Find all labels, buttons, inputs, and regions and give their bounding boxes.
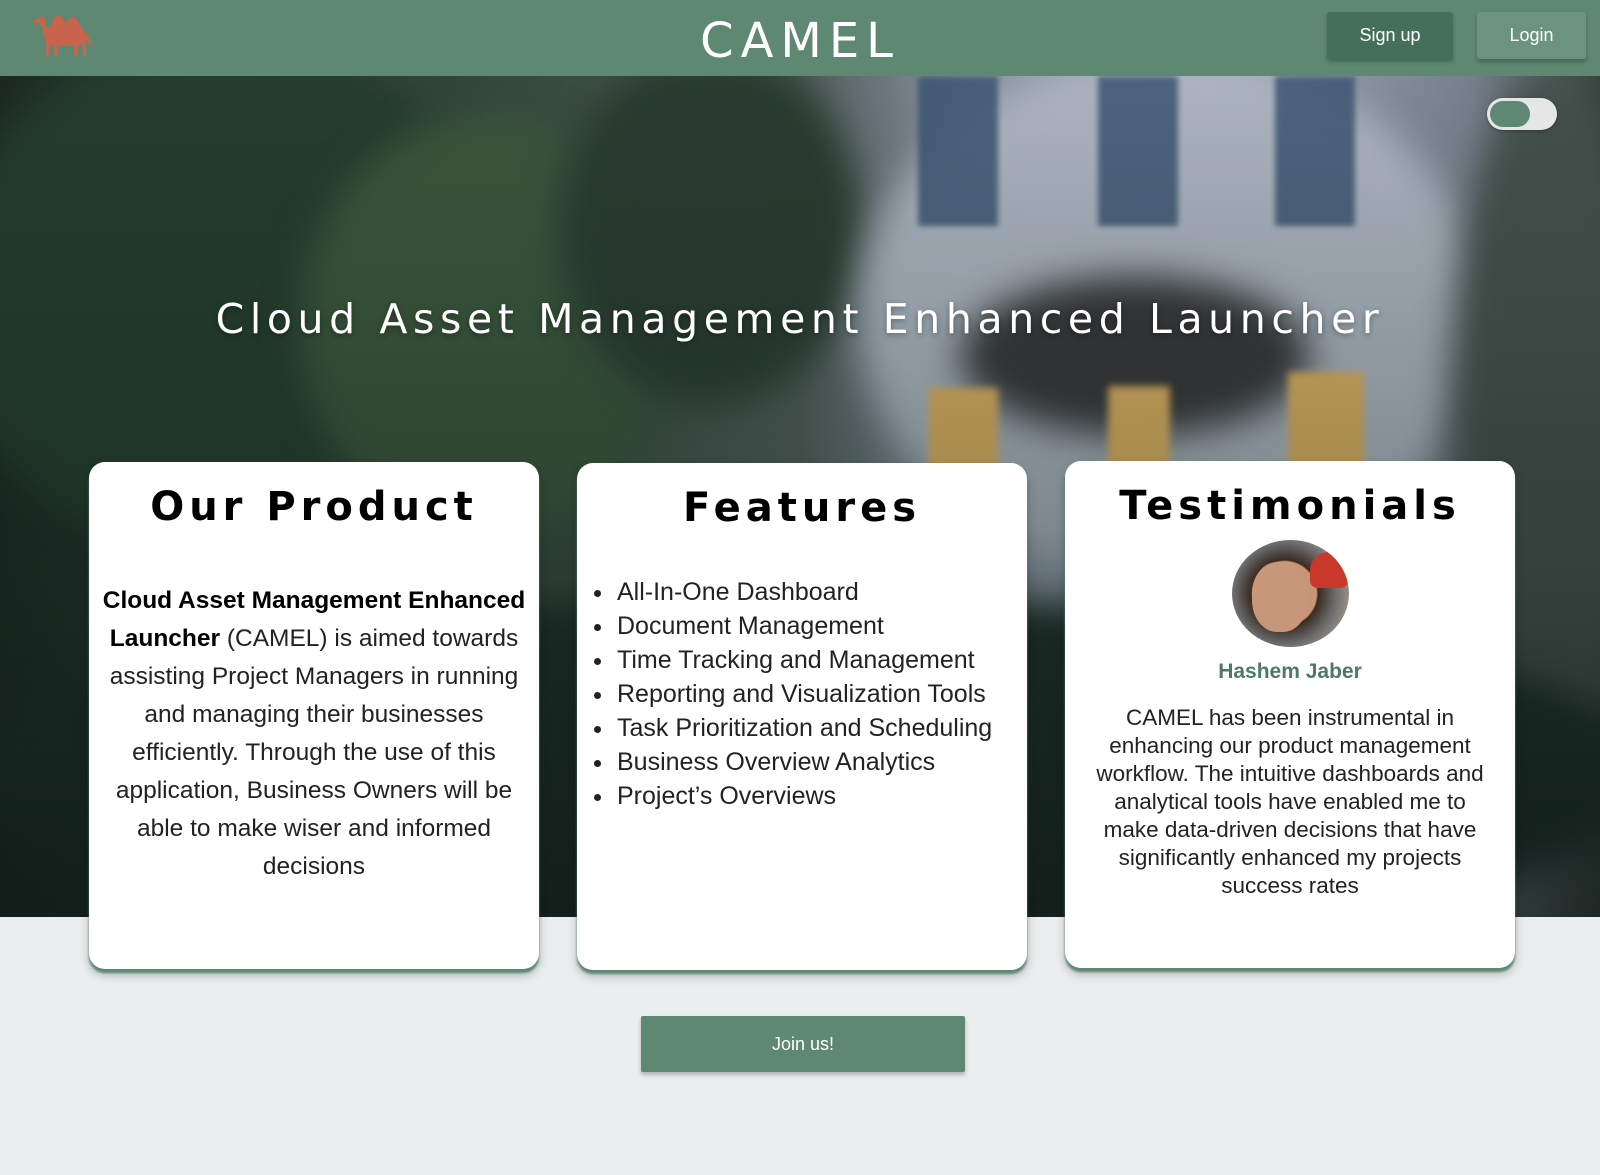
toggle-knob [1490, 101, 1530, 127]
product-description-text: (CAMEL) is aimed towards assisting Proje… [109, 625, 519, 880]
feature-item: Document Management [615, 609, 1015, 643]
feature-item: Reporting and Visualization Tools [615, 677, 1015, 711]
login-button[interactable]: Login [1477, 12, 1586, 59]
features-title: Features [682, 485, 922, 531]
hero-title: Cloud Asset Management Enhanced Launcher [215, 295, 1385, 343]
avatar [1232, 540, 1349, 647]
top-navbar: CAMEL Sign up Login [0, 0, 1600, 76]
feature-item: Business Overview Analytics [615, 745, 1015, 779]
features-list: All-In-One Dashboard Document Management… [615, 575, 1015, 813]
feature-item: Project’s Overviews [615, 779, 1015, 813]
reviewer-name: Hashem Jaber [1218, 660, 1362, 683]
signup-button[interactable]: Sign up [1327, 12, 1453, 59]
product-title: Our Product [150, 484, 478, 530]
feature-item: Task Prioritization and Scheduling [615, 711, 1015, 745]
testimonial-quote: CAMEL has been instrumental in enhancing… [1096, 705, 1484, 898]
theme-toggle[interactable] [1487, 98, 1557, 130]
features-card: Features All-In-One Dashboard Document M… [577, 463, 1027, 970]
testimonials-card: Testimonials Hashem Jaber CAMEL has been… [1065, 461, 1515, 968]
product-description: Cloud Asset Management Enhanced Launcher… [99, 582, 529, 886]
testimonials-title: Testimonials [1119, 483, 1461, 529]
avatar-hat [1310, 552, 1348, 588]
feature-item: Time Tracking and Management [615, 643, 1015, 677]
product-card: Our Product Cloud Asset Management Enhan… [89, 462, 539, 969]
join-button[interactable]: Join us! [641, 1016, 965, 1072]
feature-item: All-In-One Dashboard [615, 575, 1015, 609]
avatar-face [1252, 562, 1308, 632]
